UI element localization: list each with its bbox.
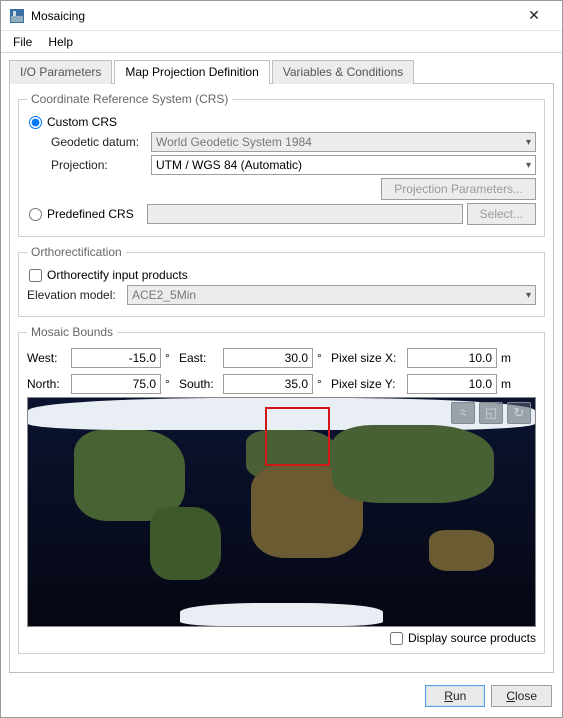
south-input[interactable]: [223, 374, 313, 394]
ortho-legend: Orthorectification: [27, 245, 126, 259]
east-input[interactable]: [223, 348, 313, 368]
custom-crs-label: Custom CRS: [47, 115, 117, 129]
north-label: North:: [27, 377, 67, 391]
dialog-footer: Run Close: [1, 679, 562, 717]
crs-group: Coordinate Reference System (CRS) Custom…: [18, 92, 545, 237]
m-unit: m: [501, 377, 511, 391]
mosaic-bounds-legend: Mosaic Bounds: [27, 325, 117, 339]
display-source-products-checkbox[interactable]: [390, 632, 403, 645]
pixel-y-input[interactable]: [407, 374, 497, 394]
window-title: Mosaicing: [31, 9, 514, 23]
chevron-down-icon: ▾: [526, 137, 531, 148]
map-tool-zoom-icon[interactable]: ◱: [479, 402, 503, 424]
tabstrip: I/O Parameters Map Projection Definition…: [9, 59, 554, 83]
pixel-y-label: Pixel size Y:: [331, 377, 403, 391]
deg-unit: °: [317, 351, 327, 365]
mosaic-bounds-group: Mosaic Bounds West: ° East: ° Pixel size…: [18, 325, 545, 654]
display-source-products-label: Display source products: [408, 631, 536, 645]
chevron-down-icon: ▾: [526, 290, 531, 301]
map-tool-pan-icon[interactable]: ⺀: [451, 402, 475, 424]
geodetic-datum-combo: World Geodetic System 1984 ▾: [151, 132, 536, 152]
close-button[interactable]: Close: [491, 685, 552, 707]
deg-unit: °: [165, 351, 175, 365]
chevron-down-icon: ▾: [526, 160, 531, 171]
run-button[interactable]: Run: [425, 685, 485, 707]
orthorectify-checkbox[interactable]: [29, 269, 42, 282]
pixel-x-label: Pixel size X:: [331, 351, 403, 365]
geodetic-datum-value: World Geodetic System 1984: [156, 135, 312, 149]
tab-io-parameters[interactable]: I/O Parameters: [9, 60, 112, 84]
orthorectify-label: Orthorectify input products: [47, 268, 188, 282]
map-toolbar: ⺀ ◱ ↻: [451, 402, 531, 424]
projection-combo[interactable]: UTM / WGS 84 (Automatic) ▾: [151, 155, 536, 175]
elevation-model-value: ACE2_5Min: [132, 288, 196, 302]
elevation-model-combo: ACE2_5Min ▾: [127, 285, 536, 305]
window-titlebar: Mosaicing ✕: [1, 1, 562, 31]
app-icon: [9, 8, 25, 24]
west-input[interactable]: [71, 348, 161, 368]
predefined-crs-field: [147, 204, 463, 224]
world-map[interactable]: ⺀ ◱ ↻: [27, 397, 536, 627]
projection-parameters-button: Projection Parameters...: [381, 178, 536, 200]
tab-panel-map: Coordinate Reference System (CRS) Custom…: [9, 83, 554, 673]
select-crs-button: Select...: [467, 203, 536, 225]
north-input[interactable]: [71, 374, 161, 394]
radio-custom-crs[interactable]: [29, 116, 42, 129]
tab-variables-conditions[interactable]: Variables & Conditions: [272, 60, 415, 84]
bounds-selection-box[interactable]: [265, 407, 330, 466]
deg-unit: °: [317, 377, 327, 391]
menu-help[interactable]: Help: [40, 33, 81, 51]
crs-legend: Coordinate Reference System (CRS): [27, 92, 232, 106]
map-tool-reset-icon[interactable]: ↻: [507, 402, 531, 424]
ortho-group: Orthorectification Orthorectify input pr…: [18, 245, 545, 317]
menubar: File Help: [1, 31, 562, 53]
east-label: East:: [179, 351, 219, 365]
deg-unit: °: [165, 377, 175, 391]
tab-map-projection-definition[interactable]: Map Projection Definition: [114, 60, 269, 84]
geodetic-datum-label: Geodetic datum:: [51, 135, 151, 149]
radio-predefined-crs[interactable]: [29, 208, 42, 221]
elevation-model-label: Elevation model:: [27, 288, 127, 302]
close-icon[interactable]: ✕: [514, 7, 554, 24]
pixel-x-input[interactable]: [407, 348, 497, 368]
west-label: West:: [27, 351, 67, 365]
projection-label: Projection:: [51, 158, 151, 172]
predefined-crs-label: Predefined CRS: [47, 207, 147, 221]
south-label: South:: [179, 377, 219, 391]
menu-file[interactable]: File: [5, 33, 40, 51]
m-unit: m: [501, 351, 511, 365]
projection-value: UTM / WGS 84 (Automatic): [156, 158, 302, 172]
